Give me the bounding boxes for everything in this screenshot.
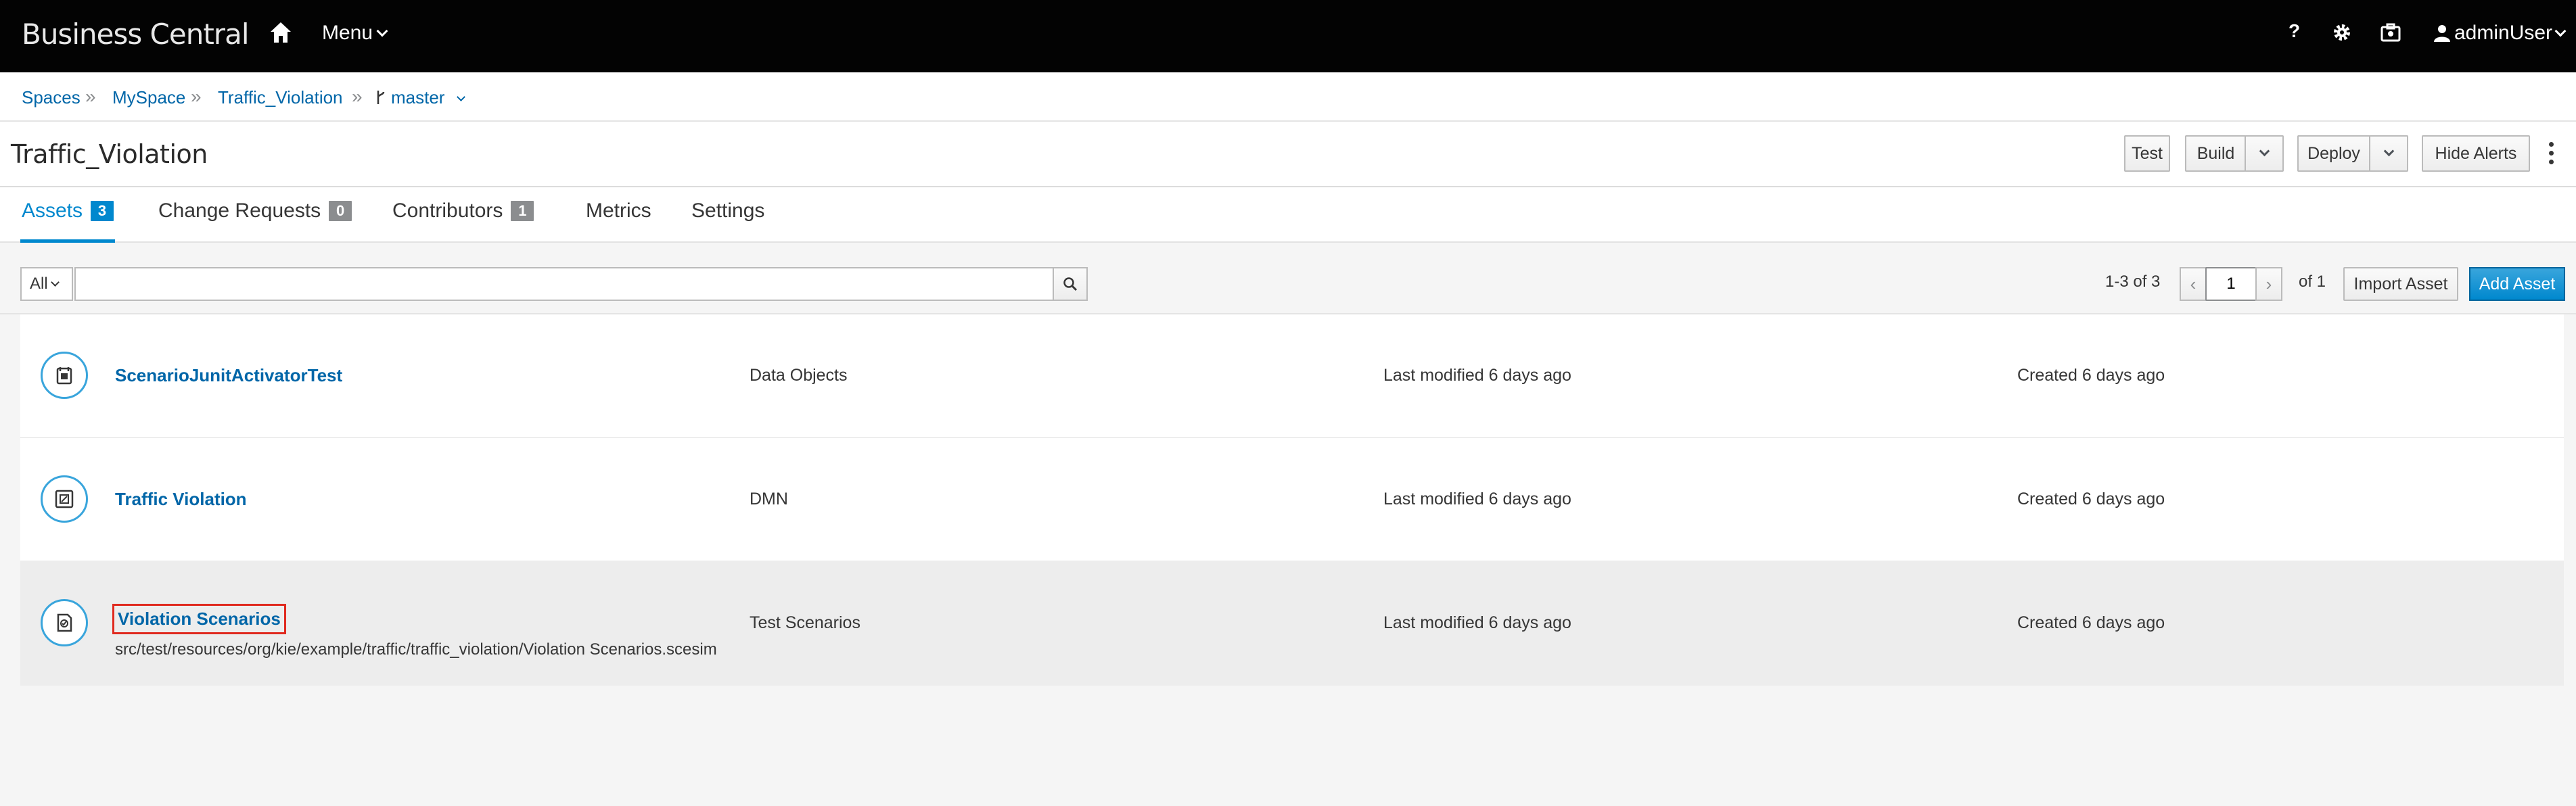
brand-logo[interactable]: Business Central — [22, 18, 249, 51]
help-icon[interactable]: ? — [2288, 20, 2300, 42]
chevron-down-icon — [50, 278, 60, 287]
asset-type: DMN — [750, 490, 788, 508]
tab-label: Contributors — [392, 199, 503, 222]
tab-label: Assets — [22, 199, 83, 222]
breadcrumb-myspace[interactable]: MySpace — [112, 87, 185, 108]
chevron-down-icon — [2554, 25, 2567, 37]
asset-name-link[interactable]: Violation Scenarios — [112, 604, 286, 634]
list-item[interactable]: Violation Scenarios src/test/resources/o… — [20, 562, 2564, 686]
tab-contributors[interactable]: Contributors 1 — [392, 199, 534, 243]
tab-label: Change Requests — [158, 199, 321, 222]
menu-label: Menu — [322, 22, 373, 44]
page-title: Traffic_Violation — [11, 139, 208, 169]
tab-change-requests[interactable]: Change Requests 0 — [158, 199, 352, 243]
contributors-count-badge: 1 — [511, 201, 534, 221]
asset-list: ScenarioJunitActivatorTest Data Objects … — [20, 314, 2564, 686]
list-item[interactable]: Traffic Violation DMN Last modified 6 da… — [20, 438, 2564, 562]
test-scenario-icon — [41, 599, 88, 646]
prev-page-button[interactable]: ‹ — [2180, 267, 2207, 301]
breadcrumb-spaces[interactable]: Spaces — [22, 87, 80, 108]
user-name: adminUser — [2454, 22, 2553, 44]
asset-last-modified: Last modified 6 days ago — [1383, 366, 1571, 385]
chevron-down-icon — [376, 25, 388, 37]
branch-selector[interactable]: master — [376, 87, 465, 108]
build-dropdown-toggle[interactable] — [2245, 135, 2284, 172]
chevron-down-icon — [456, 93, 465, 101]
asset-name-link[interactable]: Traffic Violation — [115, 489, 247, 510]
top-navbar: Business Central Menu ? adminUser — [0, 0, 2576, 72]
search-button[interactable] — [1053, 267, 1088, 301]
breadcrumb-separator: » — [85, 86, 96, 107]
asset-filter-select[interactable]: All — [20, 267, 73, 301]
admin-tools-icon[interactable] — [2380, 22, 2401, 49]
user-menu[interactable]: adminUser — [2434, 22, 2567, 45]
branch-icon — [377, 91, 385, 104]
project-tabs: Assets 3 Change Requests 0 Contributors 1 M… — [0, 187, 2576, 243]
change-requests-count-badge: 0 — [329, 201, 352, 221]
filter-value: All — [30, 275, 48, 293]
breadcrumb-project[interactable]: Traffic_Violation — [218, 87, 343, 108]
add-asset-button[interactable]: Add Asset — [2469, 267, 2565, 301]
asset-type: Test Scenarios — [750, 613, 860, 632]
tab-metrics[interactable]: Metrics — [586, 199, 651, 243]
pager-count: 1-3 of 3 — [2105, 272, 2161, 291]
list-item[interactable]: ScenarioJunitActivatorTest Data Objects … — [20, 314, 2564, 438]
asset-last-modified: Last modified 6 days ago — [1383, 490, 1571, 508]
page-total: of 1 — [2299, 272, 2326, 291]
hide-alerts-button[interactable]: Hide Alerts — [2422, 135, 2530, 172]
assets-count-badge: 3 — [91, 201, 114, 221]
kebab-menu-icon[interactable] — [2549, 142, 2554, 166]
chevron-left-icon: ‹ — [2190, 273, 2196, 294]
next-page-button[interactable]: › — [2255, 267, 2282, 301]
chevron-down-icon — [2259, 145, 2270, 156]
menu-dropdown[interactable]: Menu — [322, 22, 388, 45]
build-button[interactable]: Build — [2185, 135, 2246, 172]
search-icon — [1063, 277, 1078, 291]
dmn-icon — [41, 475, 88, 523]
import-asset-button[interactable]: Import Asset — [2343, 267, 2458, 301]
asset-created: Created 6 days ago — [2017, 613, 2165, 632]
branch-name: master — [391, 87, 445, 108]
test-button[interactable]: Test — [2124, 135, 2170, 172]
search-input[interactable] — [74, 267, 1054, 301]
deploy-dropdown-toggle[interactable] — [2369, 135, 2408, 172]
asset-last-modified: Last modified 6 days ago — [1383, 613, 1571, 632]
asset-name-link[interactable]: ScenarioJunitActivatorTest — [115, 365, 342, 386]
user-icon — [2434, 25, 2450, 42]
asset-path: src/test/resources/org/kie/example/traff… — [115, 640, 717, 659]
chevron-right-icon: › — [2266, 273, 2272, 294]
data-object-icon — [41, 352, 88, 399]
breadcrumb: Spaces » MySpace » Traffic_Violation » m… — [0, 72, 2576, 122]
deploy-button[interactable]: Deploy — [2297, 135, 2370, 172]
breadcrumb-separator: » — [352, 86, 363, 107]
gear-icon[interactable] — [2331, 22, 2353, 49]
tab-settings[interactable]: Settings — [691, 199, 764, 243]
asset-toolbar: All 1-3 of 3 ‹ › of 1 Import Asset Add A… — [0, 243, 2576, 314]
tab-assets[interactable]: Assets 3 — [20, 199, 116, 243]
chevron-down-icon — [2383, 145, 2394, 156]
asset-type: Data Objects — [750, 366, 848, 385]
asset-created: Created 6 days ago — [2017, 366, 2165, 385]
breadcrumb-separator: » — [191, 86, 202, 107]
home-icon[interactable] — [269, 20, 292, 47]
asset-created: Created 6 days ago — [2017, 490, 2165, 508]
page-number-input[interactable] — [2205, 267, 2257, 301]
